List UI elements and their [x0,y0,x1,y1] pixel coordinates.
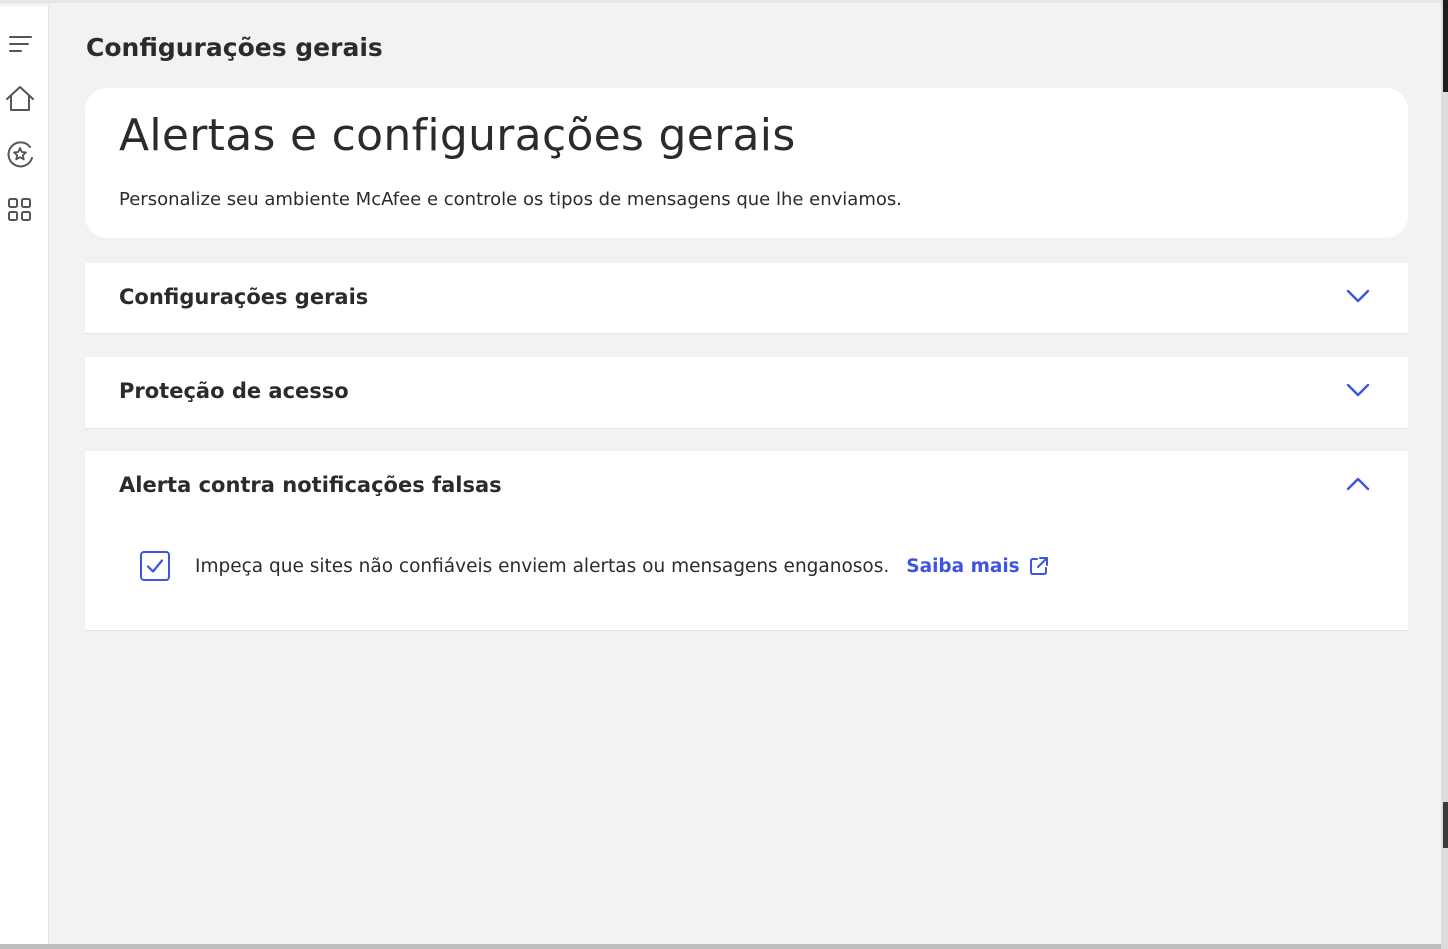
sidebar [0,6,49,947]
apps-grid-icon[interactable] [4,194,36,226]
section-access-protection: Proteção de acesso [85,357,1408,429]
chevron-down-icon[interactable] [1345,283,1371,309]
home-icon[interactable] [4,83,36,115]
page-title: Configurações gerais [86,33,383,62]
hero-card: Alertas e configurações gerais Personali… [85,88,1408,238]
section-general-settings-header[interactable]: Configurações gerais [85,263,1408,333]
section-title: Configurações gerais [119,285,369,309]
section-title: Proteção de acesso [119,379,349,403]
checkmark-icon [146,559,164,573]
window-bottom-edge [0,944,1441,949]
chevron-up-icon[interactable] [1345,471,1371,497]
fake-alert-checkbox[interactable] [140,551,170,581]
section-fake-notification-alert-header[interactable]: Alerta contra notificações falsas [85,451,1408,521]
star-protection-icon[interactable] [4,138,36,170]
section-access-protection-header[interactable]: Proteção de acesso [85,357,1408,427]
chevron-down-icon[interactable] [1345,377,1371,403]
section-fake-notification-alert: Alerta contra notificações falsas Impeça… [85,451,1408,631]
app-window: Configurações gerais Alertas e configura… [0,0,1441,947]
hero-description: Personalize seu ambiente McAfee e contro… [119,189,902,210]
hero-heading: Alertas e configurações gerais [119,110,796,161]
external-link-icon [1029,557,1048,575]
fake-alert-option-row: Impeça que sites não confiáveis enviem a… [140,549,1049,583]
window-edge [1441,0,1448,949]
section-title: Alerta contra notificações falsas [119,473,502,497]
menu-icon[interactable] [4,28,36,60]
section-general-settings: Configurações gerais [85,263,1408,334]
learn-more-label: Saiba mais [906,555,1020,577]
learn-more-link[interactable]: Saiba mais [906,556,1048,577]
fake-alert-option-label: Impeça que sites não confiáveis enviem a… [195,555,890,577]
